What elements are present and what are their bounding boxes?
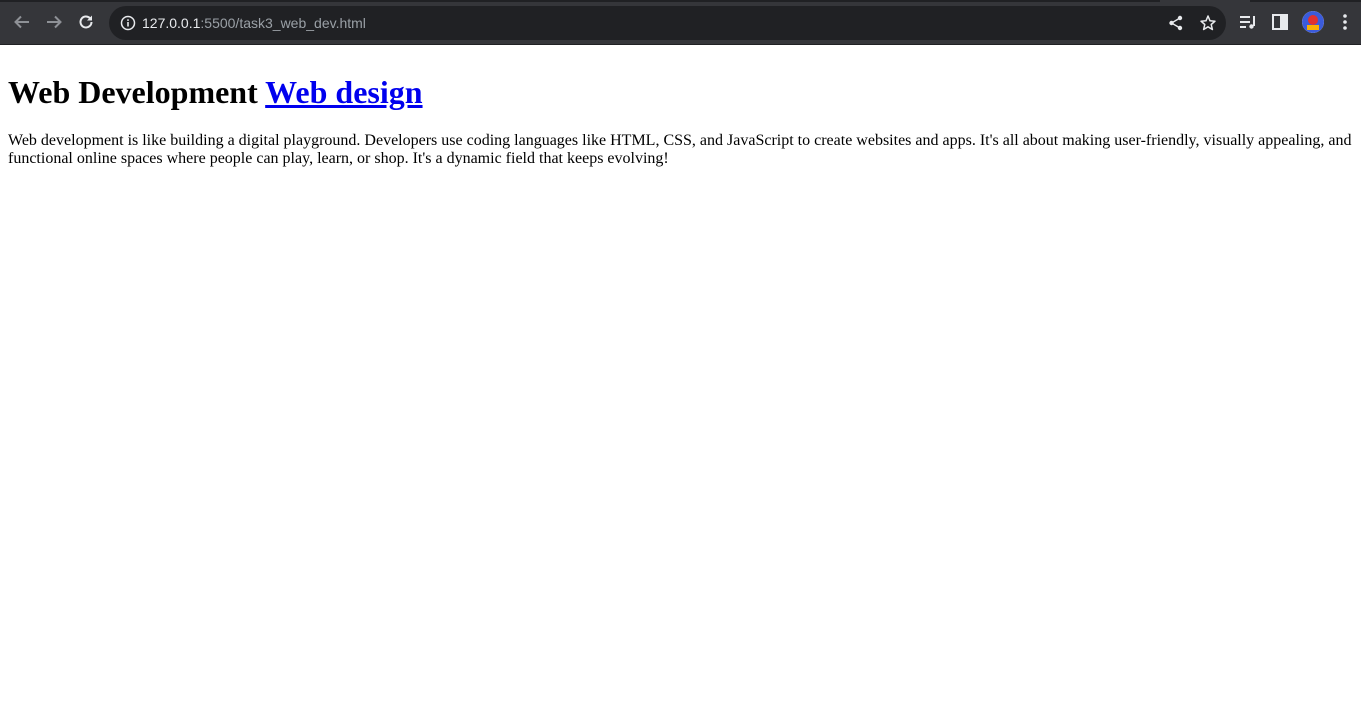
share-icon[interactable] bbox=[1167, 14, 1185, 32]
reload-icon[interactable] bbox=[75, 11, 97, 33]
address-bar[interactable]: 127.0.0.1:5500/task3_web_dev.html bbox=[109, 6, 1226, 40]
tab-strip-edge-right bbox=[1250, 0, 1361, 2]
more-menu-icon[interactable] bbox=[1335, 12, 1355, 32]
page-heading: Web Development Web design bbox=[8, 74, 1353, 111]
back-icon[interactable] bbox=[11, 11, 33, 33]
browser-toolbar: 127.0.0.1:5500/task3_web_dev.html bbox=[0, 0, 1361, 45]
side-panel-icon[interactable] bbox=[1270, 12, 1290, 32]
bookmark-star-icon[interactable] bbox=[1199, 14, 1217, 32]
tab-strip-edge bbox=[0, 0, 1160, 2]
forward-icon[interactable] bbox=[43, 11, 65, 33]
url-host: 127.0.0.1 bbox=[142, 15, 201, 31]
url-path: :5500/task3_web_dev.html bbox=[200, 15, 366, 31]
media-control-icon[interactable] bbox=[1238, 12, 1258, 32]
site-info-icon[interactable] bbox=[120, 15, 136, 31]
heading-text: Web Development bbox=[8, 74, 258, 110]
url-text[interactable]: 127.0.0.1:5500/task3_web_dev.html bbox=[142, 6, 366, 40]
page-content: Web Development Web design Web developme… bbox=[0, 45, 1361, 176]
web-design-link[interactable]: Web design bbox=[265, 74, 422, 110]
intro-paragraph: Web development is like building a digit… bbox=[8, 132, 1352, 167]
profile-avatar[interactable] bbox=[1302, 11, 1324, 33]
